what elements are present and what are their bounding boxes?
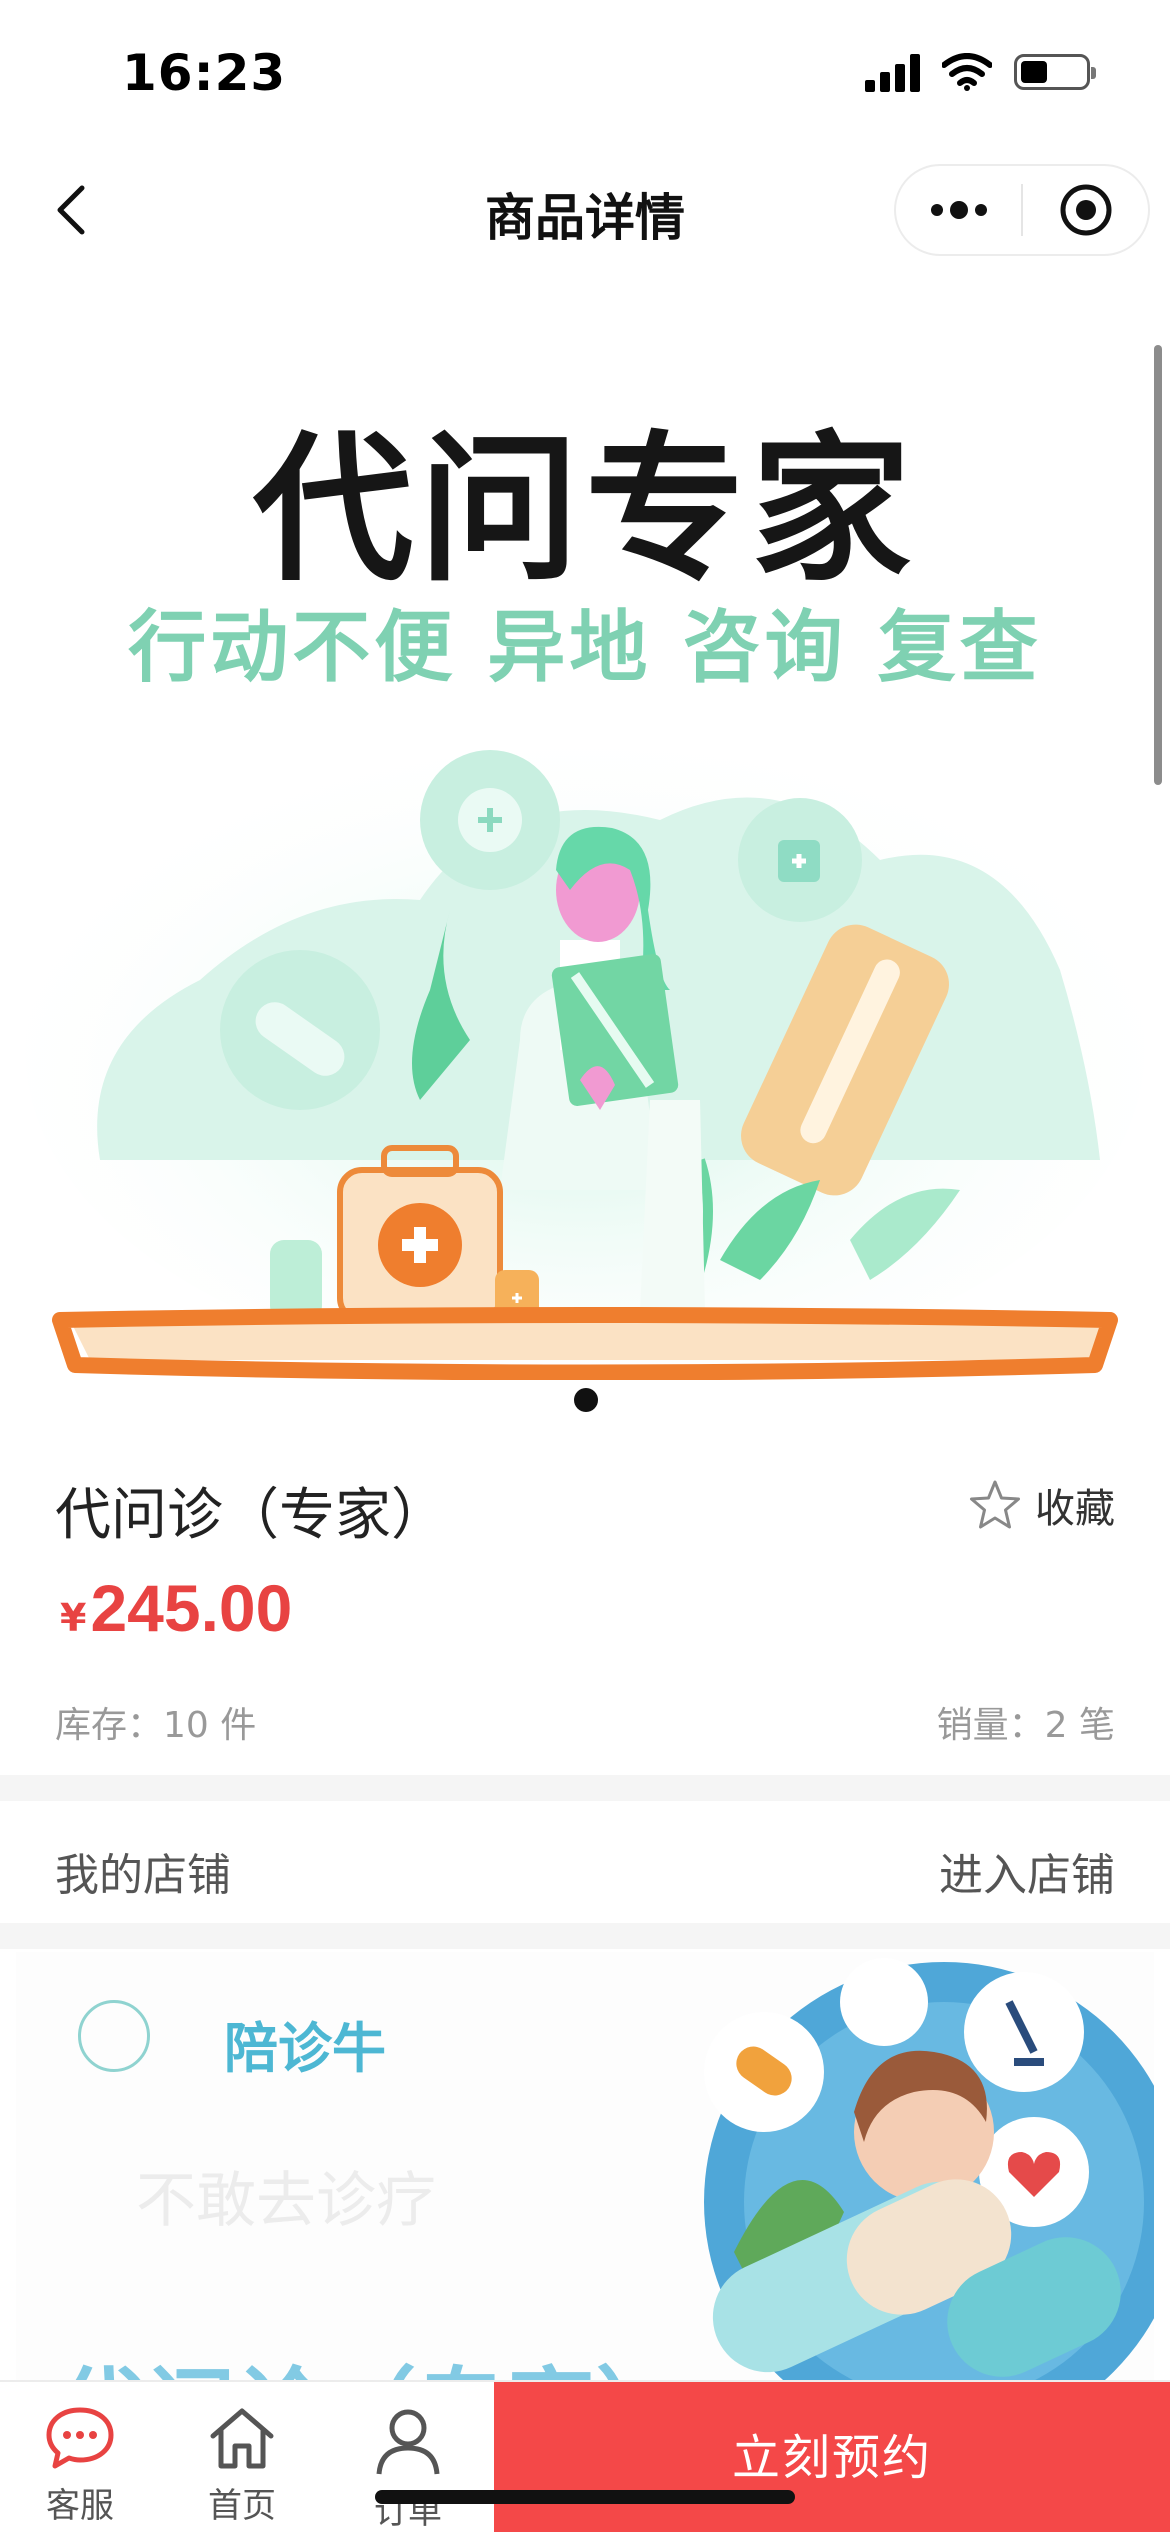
banner-title: 代问专家 [252,416,917,603]
home-indicator [375,2490,795,2504]
star-icon [970,1480,1020,1529]
wifi-icon [942,53,992,91]
shop-row: 我的店铺 进入店铺 [0,1801,1170,1923]
section-divider [0,1775,1170,1801]
customer-service-tab[interactable]: 客服 [10,2406,150,2527]
book-now-button[interactable]: 立刻预约 [494,2382,1170,2532]
shop-headline: 代问诊（专家） [56,2337,686,2382]
home-label: 首页 [208,2486,276,2526]
favorite-button[interactable]: 收藏 [967,1476,1115,1534]
scrollbar[interactable] [1154,345,1162,785]
home-icon [210,2408,274,2469]
more-dots-icon [930,201,987,219]
shop-card[interactable]: 陪诊牛 不敢去诊疗 代问诊（专家） [16,1952,1154,2382]
enter-shop-link[interactable]: 进入店铺 [939,1839,1115,1903]
order-tab[interactable]: 订单 [338,2406,478,2532]
close-target-icon [1060,184,1111,236]
medical-illustration [704,1958,1154,2382]
battery-icon [1014,54,1096,90]
home-tab[interactable]: 首页 [172,2406,312,2527]
nav-bar: 商品详情 [0,140,1170,275]
cellular-signal-icon [865,52,920,92]
currency-symbol: ¥ [60,1596,87,1640]
bottom-action-bar: 客服 首页 订单 立刻预约 [0,2380,1170,2532]
banner-subtitle: 行动不便 异地 咨询 复查 [128,603,1042,693]
chat-bubble-icon [46,2407,114,2469]
carousel-indicator[interactable] [574,1388,598,1412]
more-button[interactable] [896,166,1021,254]
doctor-illustration [25,740,1145,1380]
shop-faded-text: 不敢去诊疗 [136,2166,436,2236]
status-time: 16:23 [122,44,287,102]
person-icon [376,2409,440,2475]
section-divider [0,1923,1170,1949]
customer-service-label: 客服 [46,2486,114,2526]
status-bar: 16:23 [0,0,1170,140]
shop-logo [78,2000,150,2072]
sales-count: 销量：2 笔 [936,1705,1115,1746]
shop-name: 陪诊牛 [224,2017,386,2080]
stock-count: 库存：10 件 [55,1705,257,1746]
my-shop-label: 我的店铺 [55,1850,231,1901]
price-value: 245.00 [90,1571,293,1645]
product-name: 代问诊（专家） [55,1483,447,1548]
product-price: ¥ 245.00 [60,1570,292,1646]
mini-program-capsule [894,164,1150,256]
status-icons [865,52,1096,92]
favorite-label: 收藏 [1035,1486,1115,1532]
close-button[interactable] [1023,166,1148,254]
product-banner[interactable]: 代问专家 行动不便 异地 咨询 复查 [0,300,1170,1450]
